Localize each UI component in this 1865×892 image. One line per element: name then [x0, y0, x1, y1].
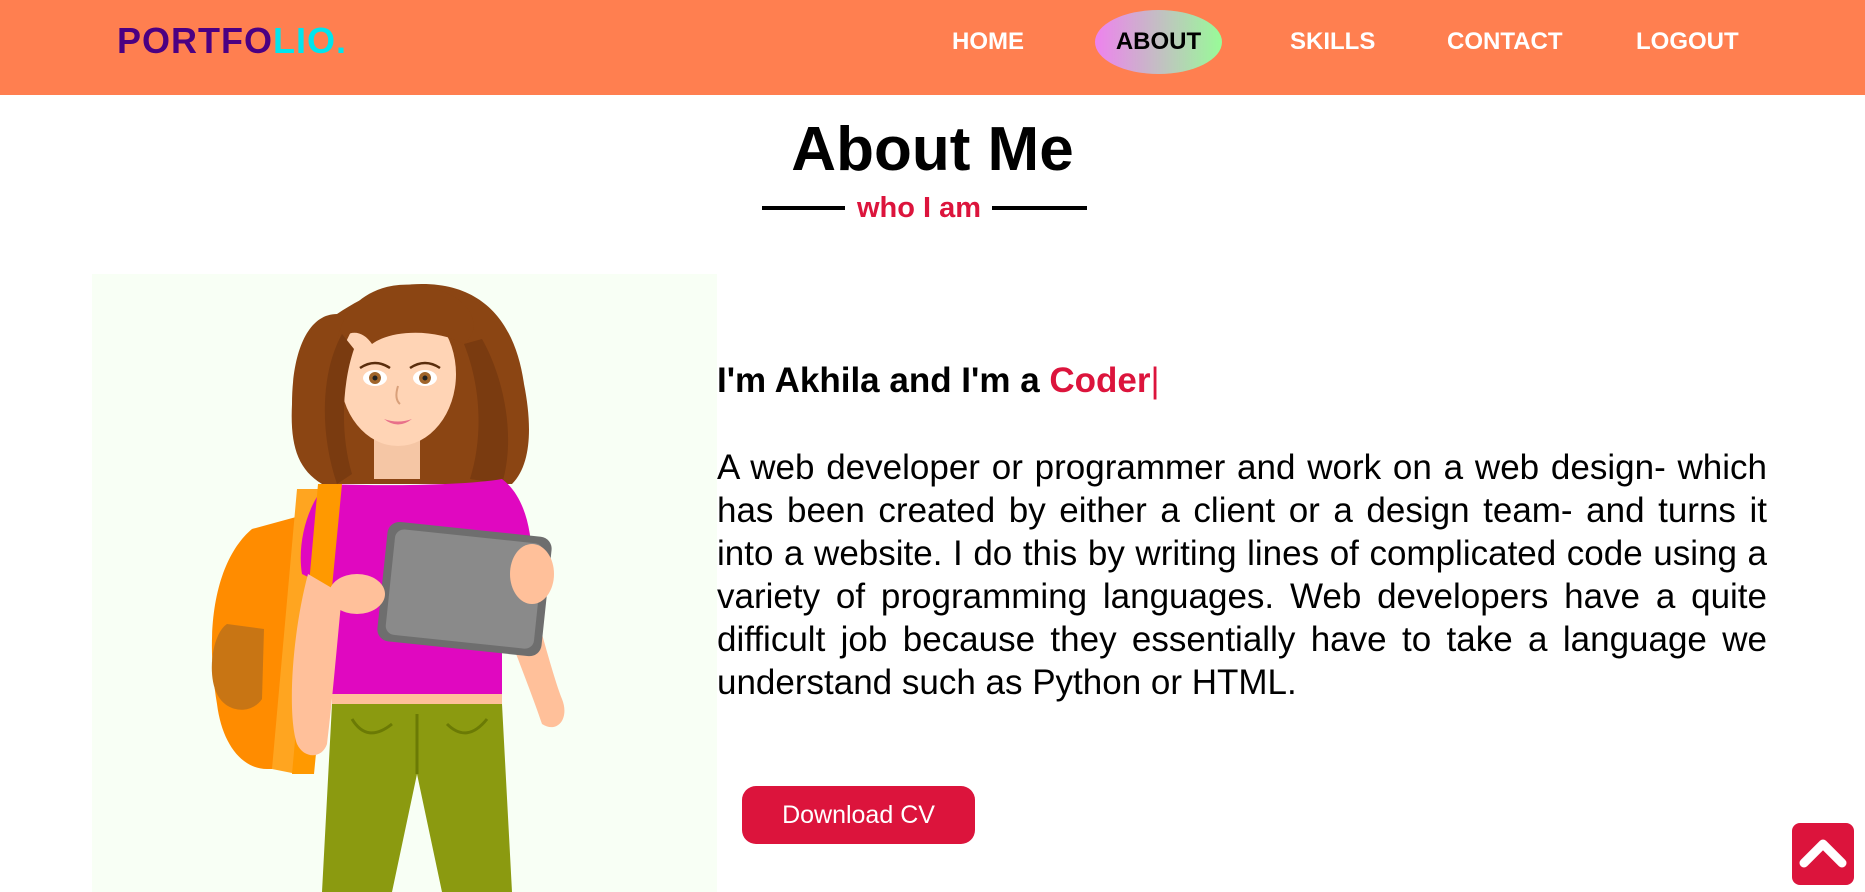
typing-role-text: Coder — [1049, 361, 1151, 400]
nav-about[interactable]: ABOUT — [1095, 10, 1222, 74]
bio-paragraph: A web developer or programmer and work o… — [717, 448, 1767, 702]
navbar: PORTFOLIO. HOME ABOUT SKILLS CONTACT LOG… — [0, 0, 1865, 95]
scroll-top-button[interactable] — [1792, 823, 1854, 885]
nav-skills[interactable]: SKILLS — [1290, 22, 1375, 62]
download-cv-button[interactable]: Download CV — [742, 786, 975, 844]
logo[interactable]: PORTFOLIO. — [117, 19, 347, 63]
about-illustration — [92, 274, 717, 892]
nav-home[interactable]: HOME — [952, 22, 1024, 62]
chevron-up-icon — [1799, 839, 1847, 868]
nav-contact[interactable]: CONTACT — [1447, 22, 1563, 62]
intro-heading: I'm Akhila and I'm a Coder| — [717, 360, 1160, 402]
logo-part-1: PORTFO — [117, 20, 273, 61]
intro-prefix: I'm Akhila and I'm a — [717, 361, 1050, 400]
logo-part-2: LIO. — [273, 20, 347, 61]
section-subtitle: who I am — [856, 192, 982, 224]
subtitle-line-right — [992, 206, 1087, 210]
girl-with-tablet-illustration — [211, 284, 565, 892]
section-title: About Me — [791, 115, 1074, 184]
typing-cursor: | — [1150, 361, 1160, 400]
nav-logout[interactable]: LOGOUT — [1636, 22, 1739, 62]
